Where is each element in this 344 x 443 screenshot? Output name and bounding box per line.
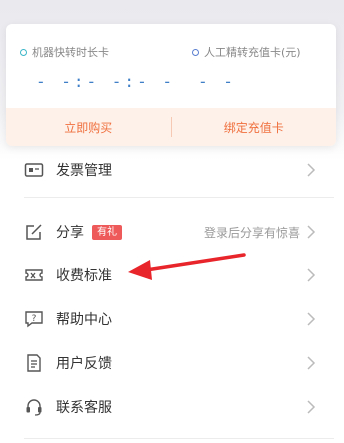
chevron-right-icon [306,356,316,370]
quota-section: 机器快转时长卡 - -:- -:- - 人工精转充值卡(元) - - [6,24,336,108]
help-chat-icon: ? [24,309,44,329]
chevron-right-icon [306,268,316,282]
ticket-icon [24,160,44,180]
share-hint: 登录后分享有惊喜 [203,225,300,240]
machine-quota-title: 机器快转时长卡 [32,46,109,59]
bind-card-button[interactable]: 绑定充值卡 [172,119,337,136]
manual-quota-value: - - [198,72,236,91]
section-divider [24,197,334,198]
manual-quota-title: 人工精转充值卡(元) [204,46,301,59]
headset-icon [24,397,44,417]
chevron-right-icon [306,225,316,239]
menu-item-invoice[interactable]: 发票管理 [0,148,344,192]
menu-label-contact: 联系客服 [56,400,112,416]
bullet-icon [192,48,199,56]
machine-quota-value: - -:- -:- - [36,72,175,91]
machine-quota[interactable]: 机器快转时长卡 - -:- -:- - [20,44,175,91]
card-actions: 立即购买 绑定充值卡 [6,108,336,146]
account-balance-card: 机器快转时长卡 - -:- -:- - 人工精转充值卡(元) - - 立即购买 … [6,24,336,146]
menu-label-pricing: 收费标准 [56,268,112,284]
menu-item-feedback[interactable]: 用户反馈 [0,341,344,385]
menu-label-invoice: 发票管理 [56,163,112,179]
chevron-right-icon [306,400,316,414]
share-edit-icon [24,222,44,242]
menu-label-feedback: 用户反馈 [56,356,112,372]
chevron-right-icon [306,312,316,326]
svg-text:?: ? [32,314,37,324]
menu-item-help[interactable]: ? 帮助中心 [0,297,344,341]
menu-item-contact[interactable]: 联系客服 [0,385,344,429]
bullet-icon [20,48,27,56]
menu-item-pricing[interactable]: 收费标准 [0,253,344,297]
gift-badge: 有礼 [92,224,122,240]
menu-item-share[interactable]: 分享 有礼 登录后分享有惊喜 [0,210,344,254]
pricing-ticket-icon [24,265,44,285]
menu-label-help: 帮助中心 [56,312,112,328]
chevron-right-icon [306,163,316,177]
feedback-doc-icon [24,353,44,373]
menu-label-share: 分享 [56,225,84,241]
manual-quota[interactable]: 人工精转充值卡(元) - - [192,44,301,91]
bottom-divider [24,438,334,439]
buy-now-button[interactable]: 立即购买 [6,119,171,136]
